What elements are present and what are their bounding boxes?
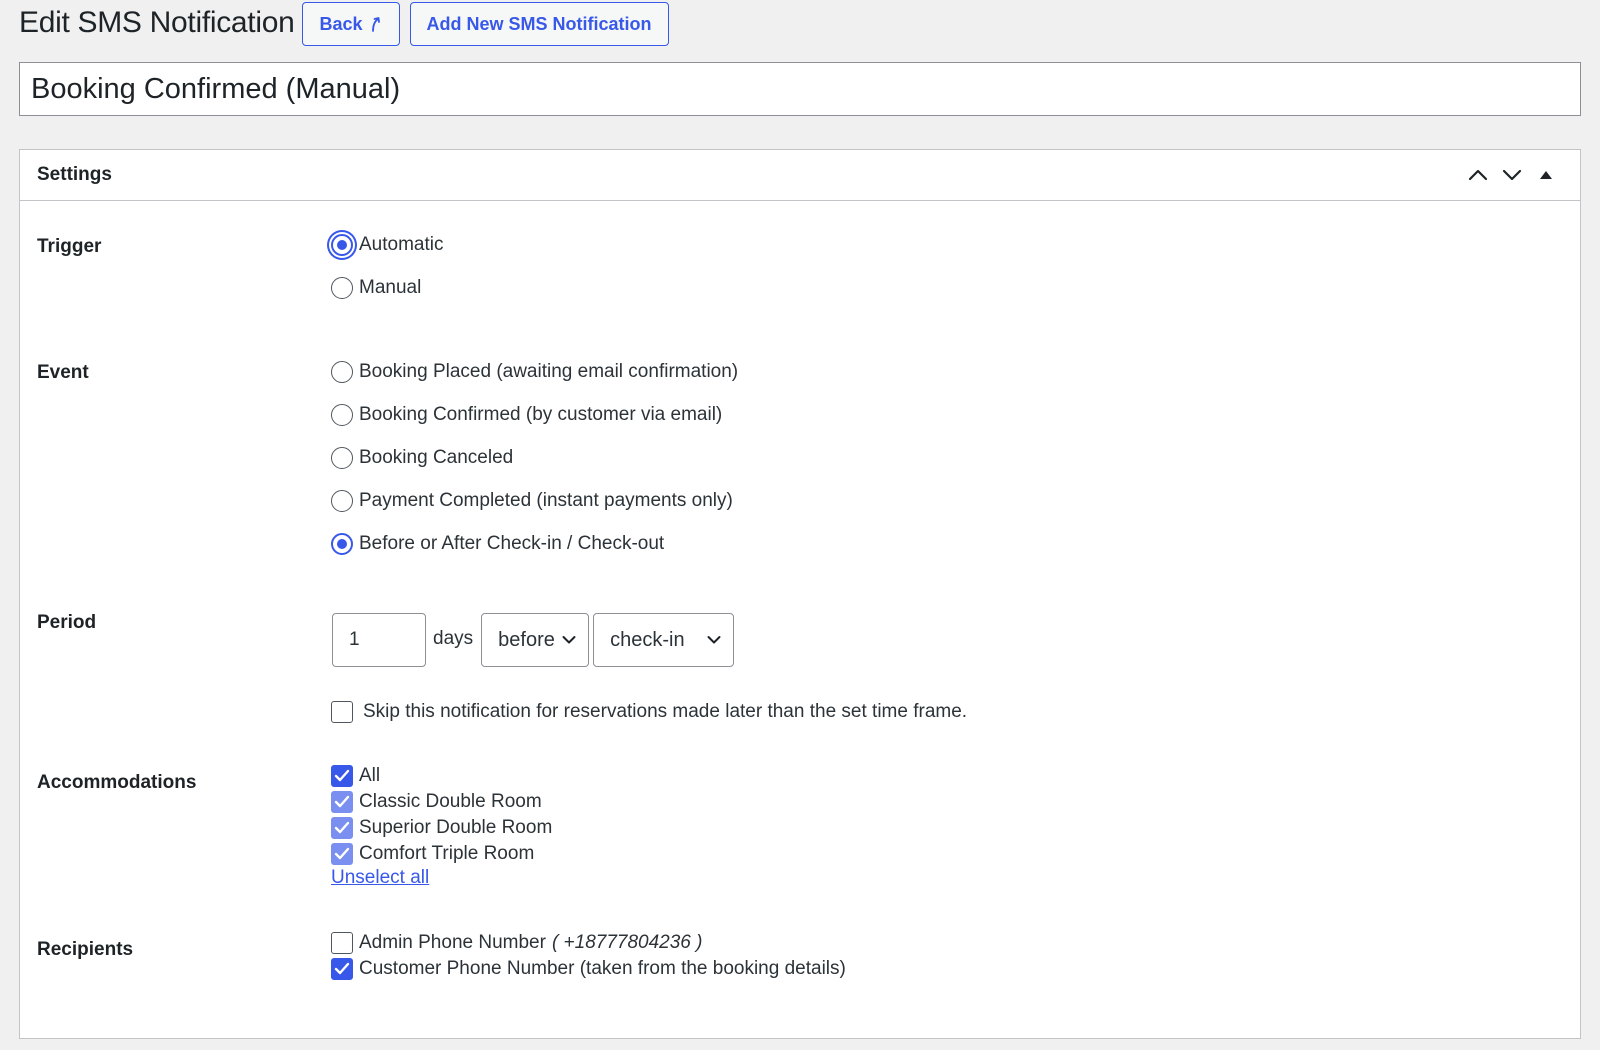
checkmark-icon	[334, 821, 350, 834]
period-label: Period	[37, 612, 97, 633]
checkbox-admin-phone[interactable]	[331, 932, 353, 954]
period-anchor-value: check-in	[610, 628, 685, 651]
move-down-button[interactable]	[1495, 158, 1529, 192]
trigger-option-manual[interactable]: Manual	[331, 277, 421, 299]
event-option-label: Booking Canceled	[359, 447, 514, 468]
checkmark-icon	[334, 847, 350, 860]
radio-booking-canceled[interactable]	[331, 447, 353, 469]
event-option-label: Before or After Check-in / Check-out	[359, 533, 665, 554]
recipient-customer-label: Customer Phone Number (taken from the bo…	[359, 958, 846, 979]
recipients-label: Recipients	[37, 939, 134, 960]
event-option-booking-canceled[interactable]: Booking Canceled	[331, 447, 513, 469]
accommodation-item-label: Comfort Triple Room	[359, 843, 535, 864]
checkmark-icon	[334, 962, 350, 975]
period-controls: days before check-in	[332, 613, 735, 667]
trigger-label: Trigger	[37, 236, 102, 257]
radio-automatic[interactable]	[331, 234, 353, 256]
accommodation-item-label: Classic Double Room	[359, 791, 542, 812]
skip-notification-label: Skip this notification for reservations …	[363, 701, 968, 722]
event-option-booking-placed[interactable]: Booking Placed (awaiting email confirmat…	[331, 361, 738, 383]
accommodations-label: Accommodations	[37, 772, 197, 793]
accommodation-item-classic-double[interactable]: Classic Double Room	[331, 791, 542, 813]
period-days-input[interactable]	[332, 613, 426, 667]
radio-booking-placed[interactable]	[331, 361, 353, 383]
chevron-down-icon	[707, 636, 721, 644]
event-option-payment-completed[interactable]: Payment Completed (instant payments only…	[331, 490, 733, 512]
checkbox-comfort-triple[interactable]	[331, 843, 353, 865]
settings-panel-title: Settings	[37, 164, 112, 185]
radio-manual[interactable]	[331, 277, 353, 299]
arrow-up-icon	[371, 17, 380, 32]
recipient-customer-phone[interactable]: Customer Phone Number (taken from the bo…	[331, 958, 846, 980]
accommodation-item-superior-double[interactable]: Superior Double Room	[331, 817, 552, 839]
recipient-admin-label: Admin Phone Number	[359, 932, 546, 953]
checkbox-classic-double[interactable]	[331, 791, 353, 813]
period-anchor-select[interactable]: check-in	[593, 613, 735, 667]
checkbox-customer-phone[interactable]	[331, 958, 353, 980]
page-header: Edit SMS Notification Back Add New SMS N…	[19, 0, 679, 46]
panel-controls	[1461, 158, 1563, 192]
trigger-option-automatic[interactable]: Automatic	[331, 234, 443, 256]
event-option-before-after-checkin[interactable]: Before or After Check-in / Check-out	[331, 533, 664, 555]
notification-title-input[interactable]	[19, 62, 1581, 116]
chevron-down-icon	[562, 636, 576, 644]
chevron-up-icon	[1468, 169, 1488, 181]
period-relation-select[interactable]: before	[481, 613, 590, 667]
event-option-label: Payment Completed (instant payments only…	[359, 490, 733, 511]
period-unit: days	[433, 628, 474, 649]
unselect-all-link[interactable]: Unselect all	[331, 867, 429, 888]
radio-payment-completed[interactable]	[331, 490, 353, 512]
checkmark-icon	[334, 769, 350, 782]
event-option-label: Booking Confirmed (by customer via email…	[359, 404, 723, 425]
back-button-label: Back	[319, 13, 363, 34]
skip-notification-option[interactable]: Skip this notification for reservations …	[331, 701, 967, 723]
recipient-admin-phone[interactable]: Admin Phone Number ( +18777804236 )	[331, 932, 702, 954]
checkbox-superior-double[interactable]	[331, 817, 353, 839]
skip-notification-checkbox[interactable]	[331, 701, 353, 723]
trigger-option-label: Automatic	[359, 234, 444, 255]
accommodation-item-label: Superior Double Room	[359, 817, 553, 838]
radio-before-after-checkin[interactable]	[331, 533, 353, 555]
settings-panel-header: Settings	[20, 150, 1580, 201]
accommodation-item-label: All	[359, 765, 381, 786]
period-relation-value: before	[498, 628, 555, 651]
toggle-panel-button[interactable]	[1529, 158, 1563, 192]
unselect-all-link-wrap: Unselect all	[331, 867, 429, 889]
event-label: Event	[37, 362, 89, 383]
triangle-up-icon	[1540, 171, 1552, 179]
page-title: Edit SMS Notification	[19, 6, 295, 39]
event-option-label: Booking Placed (awaiting email confirmat…	[359, 361, 739, 382]
radio-booking-confirmed[interactable]	[331, 404, 353, 426]
back-button[interactable]: Back	[302, 2, 400, 46]
move-up-button[interactable]	[1461, 158, 1495, 192]
checkbox-all[interactable]	[331, 765, 353, 787]
trigger-option-label: Manual	[359, 277, 422, 298]
add-new-sms-notification-button[interactable]: Add New SMS Notification	[409, 2, 669, 46]
settings-panel: Settings Trigger Automatic Manual Event …	[19, 149, 1581, 1039]
event-option-booking-confirmed[interactable]: Booking Confirmed (by customer via email…	[331, 404, 722, 426]
chevron-down-icon	[1502, 169, 1522, 181]
accommodation-item-all[interactable]: All	[331, 765, 380, 787]
page: Edit SMS Notification Back Add New SMS N…	[0, 0, 1600, 1050]
recipient-admin-number: ( +18777804236 )	[551, 932, 703, 953]
accommodation-item-comfort-triple[interactable]: Comfort Triple Room	[331, 843, 534, 865]
checkmark-icon	[334, 795, 350, 808]
